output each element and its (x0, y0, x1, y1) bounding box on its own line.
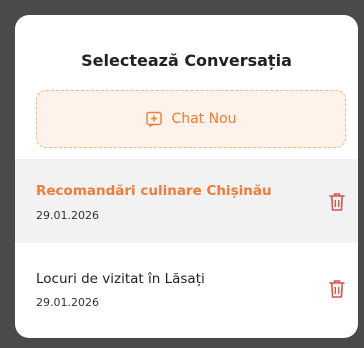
conversation-title: Locuri de vizitat în Lăsați (36, 271, 205, 287)
trash-icon (329, 192, 345, 212)
select-conversation-dialog: Selectează Conversația Chat Nou Recomand… (15, 15, 358, 338)
conversation-item[interactable]: Locuri de vizitat în Lăsați 29.01.2026 (15, 243, 358, 327)
delete-conversation-button[interactable] (329, 192, 345, 212)
dialog-title: Selectează Conversația (81, 51, 292, 70)
new-chat-button[interactable]: Chat Nou (36, 90, 346, 148)
conversation-date: 29.01.2026 (36, 209, 99, 222)
conversation-title: Recomandări culinare Chișinău (36, 183, 272, 199)
conversation-item-active[interactable]: Recomandări culinare Chișinău 29.01.2026 (15, 159, 358, 243)
trash-icon (329, 279, 345, 299)
new-chat-label: Chat Nou (171, 111, 237, 127)
plus-square-icon (145, 110, 163, 128)
delete-conversation-button[interactable] (329, 279, 345, 299)
conversation-date: 29.01.2026 (36, 296, 99, 309)
